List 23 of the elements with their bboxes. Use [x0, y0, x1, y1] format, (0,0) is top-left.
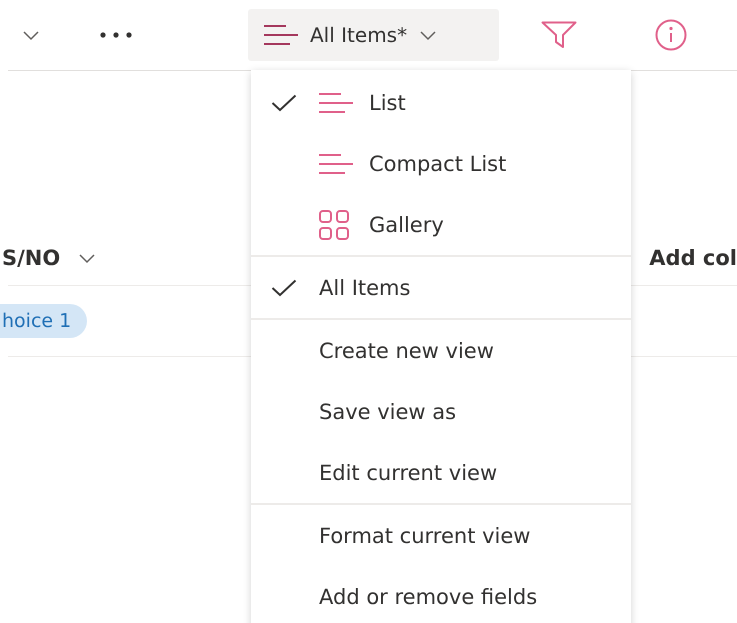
- chevron-down-icon[interactable]: [78, 252, 96, 264]
- chevron-down-icon: [419, 30, 438, 40]
- menu-item[interactable]: List: [251, 72, 631, 133]
- menu-item[interactable]: Save view as: [251, 381, 631, 442]
- menu-item[interactable]: Add or remove fields: [251, 566, 631, 623]
- menu-item[interactable]: Edit current view: [251, 442, 631, 503]
- list-icon: [264, 24, 298, 46]
- menu-item[interactable]: Create new view: [251, 320, 631, 381]
- filter-icon[interactable]: [541, 21, 577, 49]
- info-icon[interactable]: [655, 19, 687, 51]
- menu-item[interactable]: Compact List: [251, 133, 631, 194]
- menu-item[interactable]: All Items: [251, 257, 631, 318]
- grid-icon: [319, 210, 349, 240]
- menu-item[interactable]: Gallery: [251, 194, 631, 255]
- list-icon: [319, 92, 353, 114]
- menu-item[interactable]: Format current view: [251, 505, 631, 566]
- choice-tag: hoice 1: [0, 304, 88, 338]
- column-header[interactable]: Add col: [649, 246, 737, 270]
- column-header[interactable]: S/NO: [2, 246, 60, 270]
- view-selector-button[interactable]: All Items*: [248, 9, 499, 61]
- more-icon[interactable]: [100, 32, 132, 38]
- chevron-down-icon[interactable]: [22, 30, 40, 40]
- list-icon: [319, 152, 353, 174]
